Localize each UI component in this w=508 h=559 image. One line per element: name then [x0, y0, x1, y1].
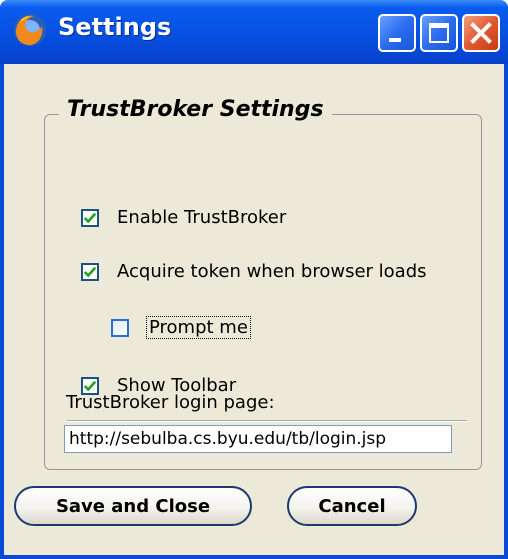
prompt-me-option[interactable]: Prompt me	[111, 316, 251, 339]
separator	[67, 420, 467, 422]
prompt-me-checkbox[interactable]	[111, 318, 129, 337]
minimize-icon	[389, 38, 401, 42]
acquire-token-option[interactable]: Acquire token when browser loads	[81, 261, 427, 282]
close-button[interactable]	[462, 14, 500, 52]
window-title: Settings	[58, 13, 172, 41]
title-bar[interactable]: Settings	[0, 0, 508, 64]
cancel-button[interactable]: Cancel	[287, 486, 417, 526]
group-legend: TrustBroker Settings	[59, 97, 332, 122]
enable-trustbroker-option[interactable]: Enable TrustBroker	[81, 207, 286, 228]
acquire-token-label: Acquire token when browser loads	[117, 261, 427, 282]
close-icon	[470, 22, 492, 44]
maximize-icon	[429, 23, 449, 43]
minimize-button[interactable]	[378, 14, 416, 52]
acquire-token-checkbox[interactable]	[81, 262, 99, 281]
login-page-url-input[interactable]	[64, 425, 452, 453]
save-and-close-button[interactable]: Save and Close	[14, 486, 252, 526]
enable-trustbroker-checkbox[interactable]	[81, 208, 99, 227]
checkmark-icon	[83, 266, 97, 277]
trustbroker-settings-group: TrustBroker Settings Enable TrustBroker …	[44, 97, 482, 470]
settings-window: Settings TrustBroker Settings Enable Tru…	[0, 0, 508, 559]
enable-trustbroker-label: Enable TrustBroker	[117, 207, 287, 228]
prompt-me-label: Prompt me	[146, 316, 251, 339]
login-page-label: TrustBroker login page:	[66, 392, 275, 413]
maximize-button[interactable]	[420, 14, 458, 52]
dialog-client-area: TrustBroker Settings Enable TrustBroker …	[4, 64, 504, 555]
firefox-icon	[10, 10, 50, 50]
checkmark-icon	[83, 212, 97, 223]
